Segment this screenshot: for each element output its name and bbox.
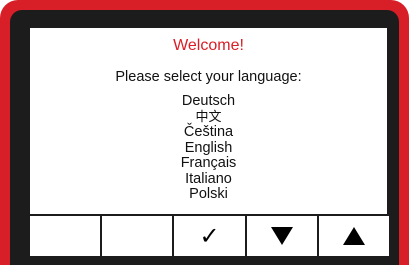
softkey-bar: ✓ [30, 214, 389, 256]
language-list: Deutsch 中文 Čeština English Français Ital… [30, 93, 387, 203]
language-prompt: Please select your language: [115, 69, 302, 85]
triangle-up-icon [342, 227, 365, 245]
language-option-chinese[interactable]: 中文 [30, 110, 387, 126]
softkey-2[interactable] [102, 216, 175, 256]
language-option-french[interactable]: Français [30, 155, 387, 172]
language-option-italian[interactable]: Italiano [30, 171, 387, 188]
language-option-polish[interactable]: Polski [30, 186, 387, 203]
language-option-deutsch[interactable]: Deutsch [30, 93, 387, 110]
display-screen: Welcome! Please select your language: De… [30, 28, 387, 214]
language-option-czech[interactable]: Čeština [30, 124, 387, 141]
scroll-up-button[interactable] [319, 216, 389, 256]
confirm-button[interactable]: ✓ [174, 216, 247, 256]
language-option-english[interactable]: English [30, 140, 387, 157]
scroll-down-button[interactable] [247, 216, 319, 256]
welcome-title: Welcome! [173, 37, 244, 54]
checkmark-icon: ✓ [199, 222, 220, 250]
softkey-1[interactable] [30, 216, 103, 256]
triangle-down-icon [270, 227, 293, 245]
